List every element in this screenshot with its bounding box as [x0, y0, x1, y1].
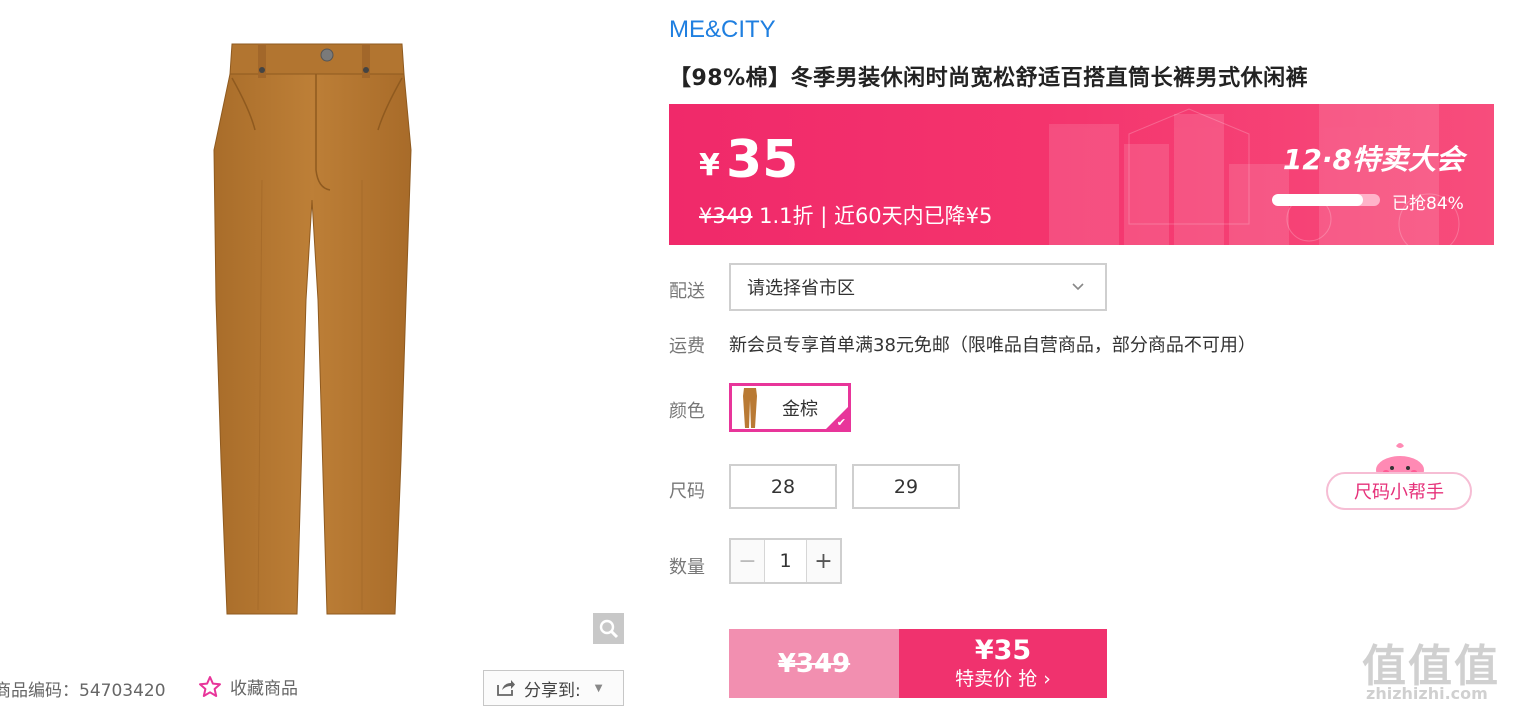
- quantity-decrease-button[interactable]: −: [731, 540, 764, 582]
- color-option-label: 金棕: [782, 398, 818, 420]
- product-image-panel: [0, 0, 630, 650]
- color-option-selected[interactable]: 金棕 ✔: [729, 383, 851, 432]
- price-subline: ¥349 1.1折 | 近60天内已降¥5: [699, 200, 992, 230]
- sold-progress-fill: [1272, 194, 1363, 206]
- check-icon: ✔: [836, 416, 846, 429]
- favorite-label: 收藏商品: [230, 679, 298, 699]
- favorite-button[interactable]: 收藏商品: [198, 674, 298, 699]
- star-icon: [199, 675, 221, 697]
- region-select-value: 请选择省市区: [747, 278, 855, 299]
- brand-link[interactable]: ME&CITY: [669, 16, 776, 44]
- region-select[interactable]: 请选择省市区: [729, 263, 1107, 311]
- product-meta-row: 商品编码：54703420 收藏商品 分享到: ▼: [0, 664, 630, 710]
- price-banner: ¥ 35 ¥349 1.1折 | 近60天内已降¥5 12·8特卖大会 已抢84…: [669, 104, 1494, 245]
- quantity-label: 数量: [669, 557, 705, 578]
- magnifier-icon: [599, 619, 618, 638]
- share-label: 分享到:: [524, 680, 581, 701]
- original-price: ¥349: [699, 204, 753, 228]
- size-helper-button[interactable]: 尺码小帮手: [1326, 440, 1474, 510]
- sale-price: 35: [726, 130, 799, 190]
- quantity-increase-button[interactable]: +: [807, 540, 840, 582]
- share-icon: [497, 680, 515, 696]
- shipping-label: 运费: [669, 336, 705, 357]
- sold-progress-label: 已抢84%: [1392, 194, 1464, 214]
- caret-down-icon: ▼: [594, 682, 603, 694]
- buy-price: ¥35: [974, 634, 1032, 666]
- event-title: 12·8特卖大会: [1282, 143, 1464, 176]
- color-thumbnail: [743, 387, 757, 428]
- discount-text: 1.1折 | 近60天内已降¥5: [752, 204, 993, 228]
- chevron-down-icon: [1072, 283, 1084, 291]
- watermark-logo: 值值值 zhizhizhi.com: [1362, 630, 1508, 708]
- product-title: 【98%棉】冬季男装休闲时尚宽松舒适百搭直筒长裤男式休闲裤: [669, 66, 1309, 91]
- product-image[interactable]: [0, 0, 630, 650]
- price-currency: ¥: [699, 148, 720, 183]
- size-label: 尺码: [669, 481, 705, 502]
- buy-main[interactable]: ¥35 特卖价 抢 ›: [899, 629, 1107, 698]
- buy-cta: 特卖价 抢 ›: [955, 667, 1051, 690]
- shipping-text: 新会员专享首单满38元免邮（限唯品自营商品，部分商品不可用）: [729, 335, 1256, 356]
- delivery-label: 配送: [669, 281, 705, 302]
- zoom-button[interactable]: [593, 613, 624, 644]
- size-option-28[interactable]: 28: [729, 464, 837, 509]
- buy-original-price: ¥349: [729, 629, 899, 698]
- sold-progress-bar: [1272, 194, 1380, 206]
- color-label: 颜色: [669, 401, 705, 422]
- size-option-29[interactable]: 29: [852, 464, 960, 509]
- quantity-input[interactable]: 1: [764, 540, 807, 582]
- buy-button[interactable]: ¥349 ¥35 特卖价 抢 ›: [729, 629, 1107, 698]
- sku-text: 商品编码：54703420: [0, 681, 166, 701]
- share-dropdown[interactable]: 分享到: ▼: [483, 670, 624, 706]
- size-helper-label: 尺码小帮手: [1326, 472, 1472, 510]
- quantity-stepper: − 1 +: [729, 538, 842, 584]
- watermark-url: zhizhizhi.com: [1366, 684, 1488, 703]
